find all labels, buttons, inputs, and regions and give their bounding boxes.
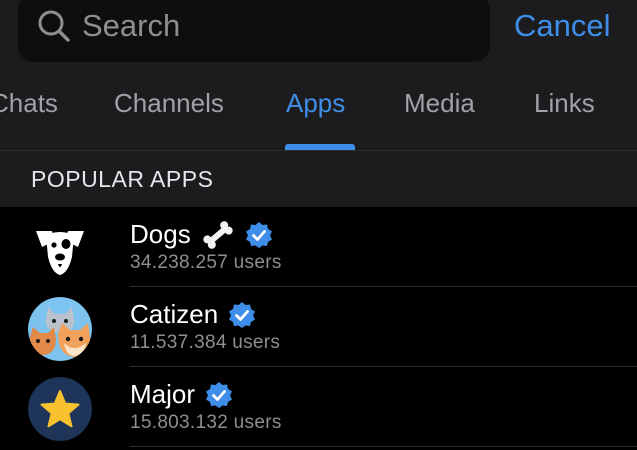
verified-badge-icon bbox=[206, 381, 233, 408]
search-tabs: Chats Channels Apps Media Links bbox=[0, 82, 637, 150]
app-name-text: Catizen bbox=[130, 299, 219, 329]
section-header: POPULAR APPS bbox=[0, 150, 637, 207]
list-item-catizen[interactable]: Catizen 11.537.384 users bbox=[0, 287, 637, 367]
app-users-count: 11.537.384 users bbox=[130, 332, 281, 353]
app-name: Catizen bbox=[130, 299, 256, 330]
tab-media[interactable]: Media bbox=[404, 88, 475, 119]
search-icon bbox=[38, 10, 70, 42]
cats-avatar-icon bbox=[28, 297, 92, 361]
app-name-text: Major bbox=[130, 379, 196, 409]
app-name-text: Dogs bbox=[130, 219, 191, 249]
app-name: Dogs bbox=[130, 219, 273, 250]
verified-badge-icon bbox=[229, 301, 256, 328]
tab-apps[interactable]: Apps bbox=[286, 88, 345, 119]
dog-face-icon bbox=[36, 231, 84, 275]
search-screen: Cancel Chats Channels Apps Media Links P… bbox=[0, 0, 637, 450]
tab-chats[interactable]: Chats bbox=[0, 88, 58, 119]
row-divider bbox=[130, 446, 637, 447]
search-input[interactable] bbox=[82, 8, 462, 44]
list-item-dogs[interactable]: Dogs 34.238.257 users bbox=[0, 207, 637, 287]
verified-badge-icon bbox=[245, 221, 272, 248]
bone-icon bbox=[203, 220, 233, 249]
tab-channels[interactable]: Channels bbox=[114, 88, 224, 119]
app-users-count: 34.238.257 users bbox=[130, 252, 282, 273]
section-title: POPULAR APPS bbox=[31, 166, 214, 192]
star-icon bbox=[28, 377, 92, 441]
app-name: Major bbox=[130, 379, 233, 410]
search-header: Cancel Chats Channels Apps Media Links bbox=[0, 0, 637, 150]
tab-links[interactable]: Links bbox=[534, 88, 595, 119]
app-users-count: 15.803.132 users bbox=[130, 412, 282, 433]
list-item-major[interactable]: Major 15.803.132 users bbox=[0, 367, 637, 447]
search-bar[interactable] bbox=[18, 0, 490, 62]
cancel-button[interactable]: Cancel bbox=[514, 8, 611, 44]
